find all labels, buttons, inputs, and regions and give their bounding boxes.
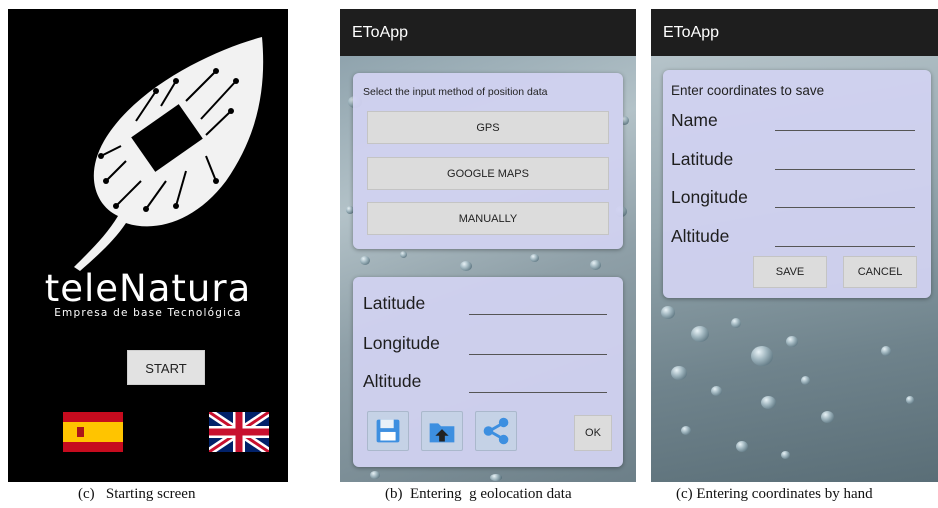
- longitude-field[interactable]: [775, 207, 915, 208]
- caption-starting-screen: (c) Starting screen: [78, 486, 196, 502]
- input-method-card: Select the input method of position data…: [353, 73, 623, 249]
- longitude-label: Longitude: [671, 187, 748, 207]
- save-button[interactable]: [367, 411, 409, 451]
- save-button[interactable]: SAVE: [753, 256, 827, 288]
- altitude-field[interactable]: [469, 392, 607, 393]
- latitude-field[interactable]: [469, 314, 607, 315]
- caption-manual-coordinates-screen: (c) Entering coordinates by hand: [676, 486, 873, 502]
- brand-name: teleNatura: [44, 267, 252, 310]
- geolocation-screen: EToApp Select the input method of positi…: [340, 9, 636, 482]
- input-method-hint: Select the input method of position data: [363, 86, 548, 98]
- open-folder-button[interactable]: [421, 411, 463, 451]
- start-button[interactable]: START: [127, 350, 205, 385]
- share-button[interactable]: [475, 411, 517, 451]
- manually-button[interactable]: MANUALLY: [367, 202, 609, 235]
- longitude-field[interactable]: [469, 354, 607, 355]
- brand-subtitle: Empresa de base Tecnológica: [54, 307, 242, 319]
- name-field[interactable]: [775, 130, 915, 131]
- name-label: Name: [671, 110, 718, 130]
- ok-button[interactable]: OK: [574, 415, 612, 451]
- altitude-field[interactable]: [775, 246, 915, 247]
- coordinates-prompt: Enter coordinates to save: [671, 83, 825, 98]
- starting-screen: teleNatura Empresa de base Tecnológica S…: [8, 9, 288, 482]
- spanish-flag-icon[interactable]: [63, 412, 123, 452]
- folder-icon: [429, 423, 455, 443]
- longitude-label: Longitude: [363, 333, 440, 353]
- share-icon: [483, 417, 509, 445]
- uk-flag-icon[interactable]: [209, 412, 269, 452]
- save-icon: [376, 419, 400, 443]
- coordinates-dialog: Enter coordinates to save Name Latitude …: [663, 70, 931, 298]
- app-title: EToApp: [651, 9, 938, 56]
- app-title: EToApp: [340, 9, 636, 56]
- manual-coordinates-screen: EToApp Enter coordinates to save Name La…: [651, 9, 938, 482]
- caption-geolocation-screen: (b) Entering g eolocation data: [385, 486, 572, 502]
- position-data-card: Latitude Longitude Altitude OK: [353, 277, 623, 467]
- gps-button[interactable]: GPS: [367, 111, 609, 144]
- altitude-label: Altitude: [363, 371, 422, 391]
- leaf-circuit-logo: [74, 37, 264, 271]
- latitude-label: Latitude: [363, 293, 426, 313]
- google-maps-button[interactable]: GOOGLE MAPS: [367, 157, 609, 190]
- latitude-field[interactable]: [775, 169, 915, 170]
- altitude-label: Altitude: [671, 226, 730, 246]
- latitude-label: Latitude: [671, 149, 734, 169]
- cancel-button[interactable]: CANCEL: [843, 256, 917, 288]
